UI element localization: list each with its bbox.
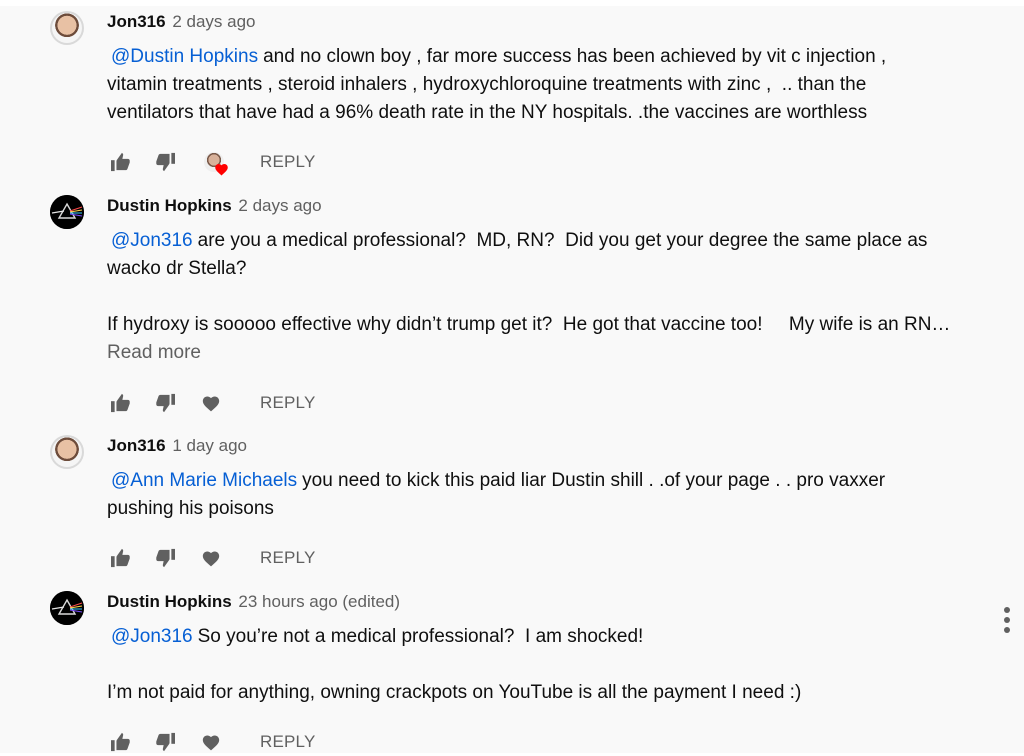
more-vertical-icon <box>1004 617 1010 623</box>
more-actions-menu-button[interactable] <box>1000 607 1014 637</box>
thumbs-down-icon <box>156 393 175 413</box>
prism-logo-icon <box>50 591 84 625</box>
comment-time[interactable]: 2 days ago <box>172 12 255 31</box>
comment-meta: Jon316 2 days ago <box>107 11 1007 33</box>
avatar[interactable] <box>50 11 84 45</box>
comment-text: @Jon316 So you’re not a medical professio… <box>107 623 1007 707</box>
thumbs-up-icon <box>111 393 130 413</box>
comment-body: Jon316 1 day ago @Ann Marie Michaels you … <box>107 435 1007 523</box>
heart-button[interactable] <box>197 389 225 417</box>
dislike-button[interactable] <box>151 544 179 572</box>
comment-message: So you’re not a medical professional? I … <box>107 626 802 703</box>
author-name[interactable]: Dustin Hopkins <box>107 196 232 215</box>
comment-actions: REPLY <box>107 544 407 572</box>
thumbs-up-icon <box>111 732 130 752</box>
thumbs-down-icon <box>156 732 175 752</box>
author-name[interactable]: Jon316 <box>107 12 166 31</box>
avatar[interactable] <box>50 435 84 469</box>
comment-message: are you a medical professional? MD, RN? … <box>107 230 951 335</box>
comment-body: Jon316 2 days ago @Dustin Hopkins and no … <box>107 11 1007 127</box>
avatar[interactable] <box>50 195 84 229</box>
creator-avatar <box>204 152 228 176</box>
author-name[interactable]: Jon316 <box>107 436 166 455</box>
comment-actions: REPLY <box>107 148 407 176</box>
comment-time[interactable]: 23 hours ago (edited) <box>238 592 400 611</box>
heart-icon <box>202 551 220 567</box>
mention-link[interactable]: @Dustin Hopkins <box>111 46 258 67</box>
thumbs-up-icon <box>111 152 130 172</box>
avatar[interactable] <box>50 591 84 625</box>
comment-time[interactable]: 2 days ago <box>238 196 321 215</box>
heart-button[interactable] <box>197 728 225 756</box>
thumbs-down-icon <box>156 152 175 172</box>
heart-button[interactable] <box>197 544 225 572</box>
comment-meta: Dustin Hopkins 23 hours ago (edited) <box>107 591 1007 613</box>
comment-meta: Jon316 1 day ago <box>107 435 1007 457</box>
dislike-button[interactable] <box>151 389 179 417</box>
creator-heart[interactable] <box>200 148 228 176</box>
mention-link[interactable]: @Jon316 <box>111 626 193 647</box>
heart-icon <box>202 735 220 751</box>
prism-logo-icon <box>50 195 84 229</box>
reply-button[interactable]: REPLY <box>260 728 316 756</box>
thumbs-down-icon <box>156 548 175 568</box>
like-button[interactable] <box>107 148 135 176</box>
comment-body: Dustin Hopkins 2 days ago @Jon316 are you… <box>107 195 1007 367</box>
dislike-button[interactable] <box>151 148 179 176</box>
heart-icon <box>215 164 228 176</box>
comment-actions: REPLY <box>107 389 407 417</box>
dislike-button[interactable] <box>151 728 179 756</box>
comment-text: @Ann Marie Michaels you need to kick this… <box>107 467 1007 523</box>
comments-panel: Jon316 2 days ago @Dustin Hopkins and no … <box>0 0 1024 753</box>
like-button[interactable] <box>107 728 135 756</box>
comment-meta: Dustin Hopkins 2 days ago <box>107 195 1007 217</box>
comment-body: Dustin Hopkins 23 hours ago (edited) @Jo… <box>107 591 1007 707</box>
reply-button[interactable]: REPLY <box>260 389 316 417</box>
mention-link[interactable]: @Ann Marie Michaels <box>111 470 297 491</box>
comment-text: @Dustin Hopkins and no clown boy , far mo… <box>107 43 1007 127</box>
reply-button[interactable]: REPLY <box>260 544 316 572</box>
more-vertical-icon <box>1004 627 1010 633</box>
comment-actions: REPLY <box>107 728 407 756</box>
author-name[interactable]: Dustin Hopkins <box>107 592 232 611</box>
heart-icon <box>202 396 220 412</box>
comment-time[interactable]: 1 day ago <box>172 436 247 455</box>
thumbs-up-icon <box>111 548 130 568</box>
read-more-button[interactable]: Read more <box>107 339 1007 367</box>
comment-text: @Jon316 are you a medical professional? M… <box>107 227 1007 339</box>
more-vertical-icon <box>1004 607 1010 613</box>
mention-link[interactable]: @Jon316 <box>111 230 193 251</box>
like-button[interactable] <box>107 389 135 417</box>
like-button[interactable] <box>107 544 135 572</box>
reply-button[interactable]: REPLY <box>260 148 316 176</box>
